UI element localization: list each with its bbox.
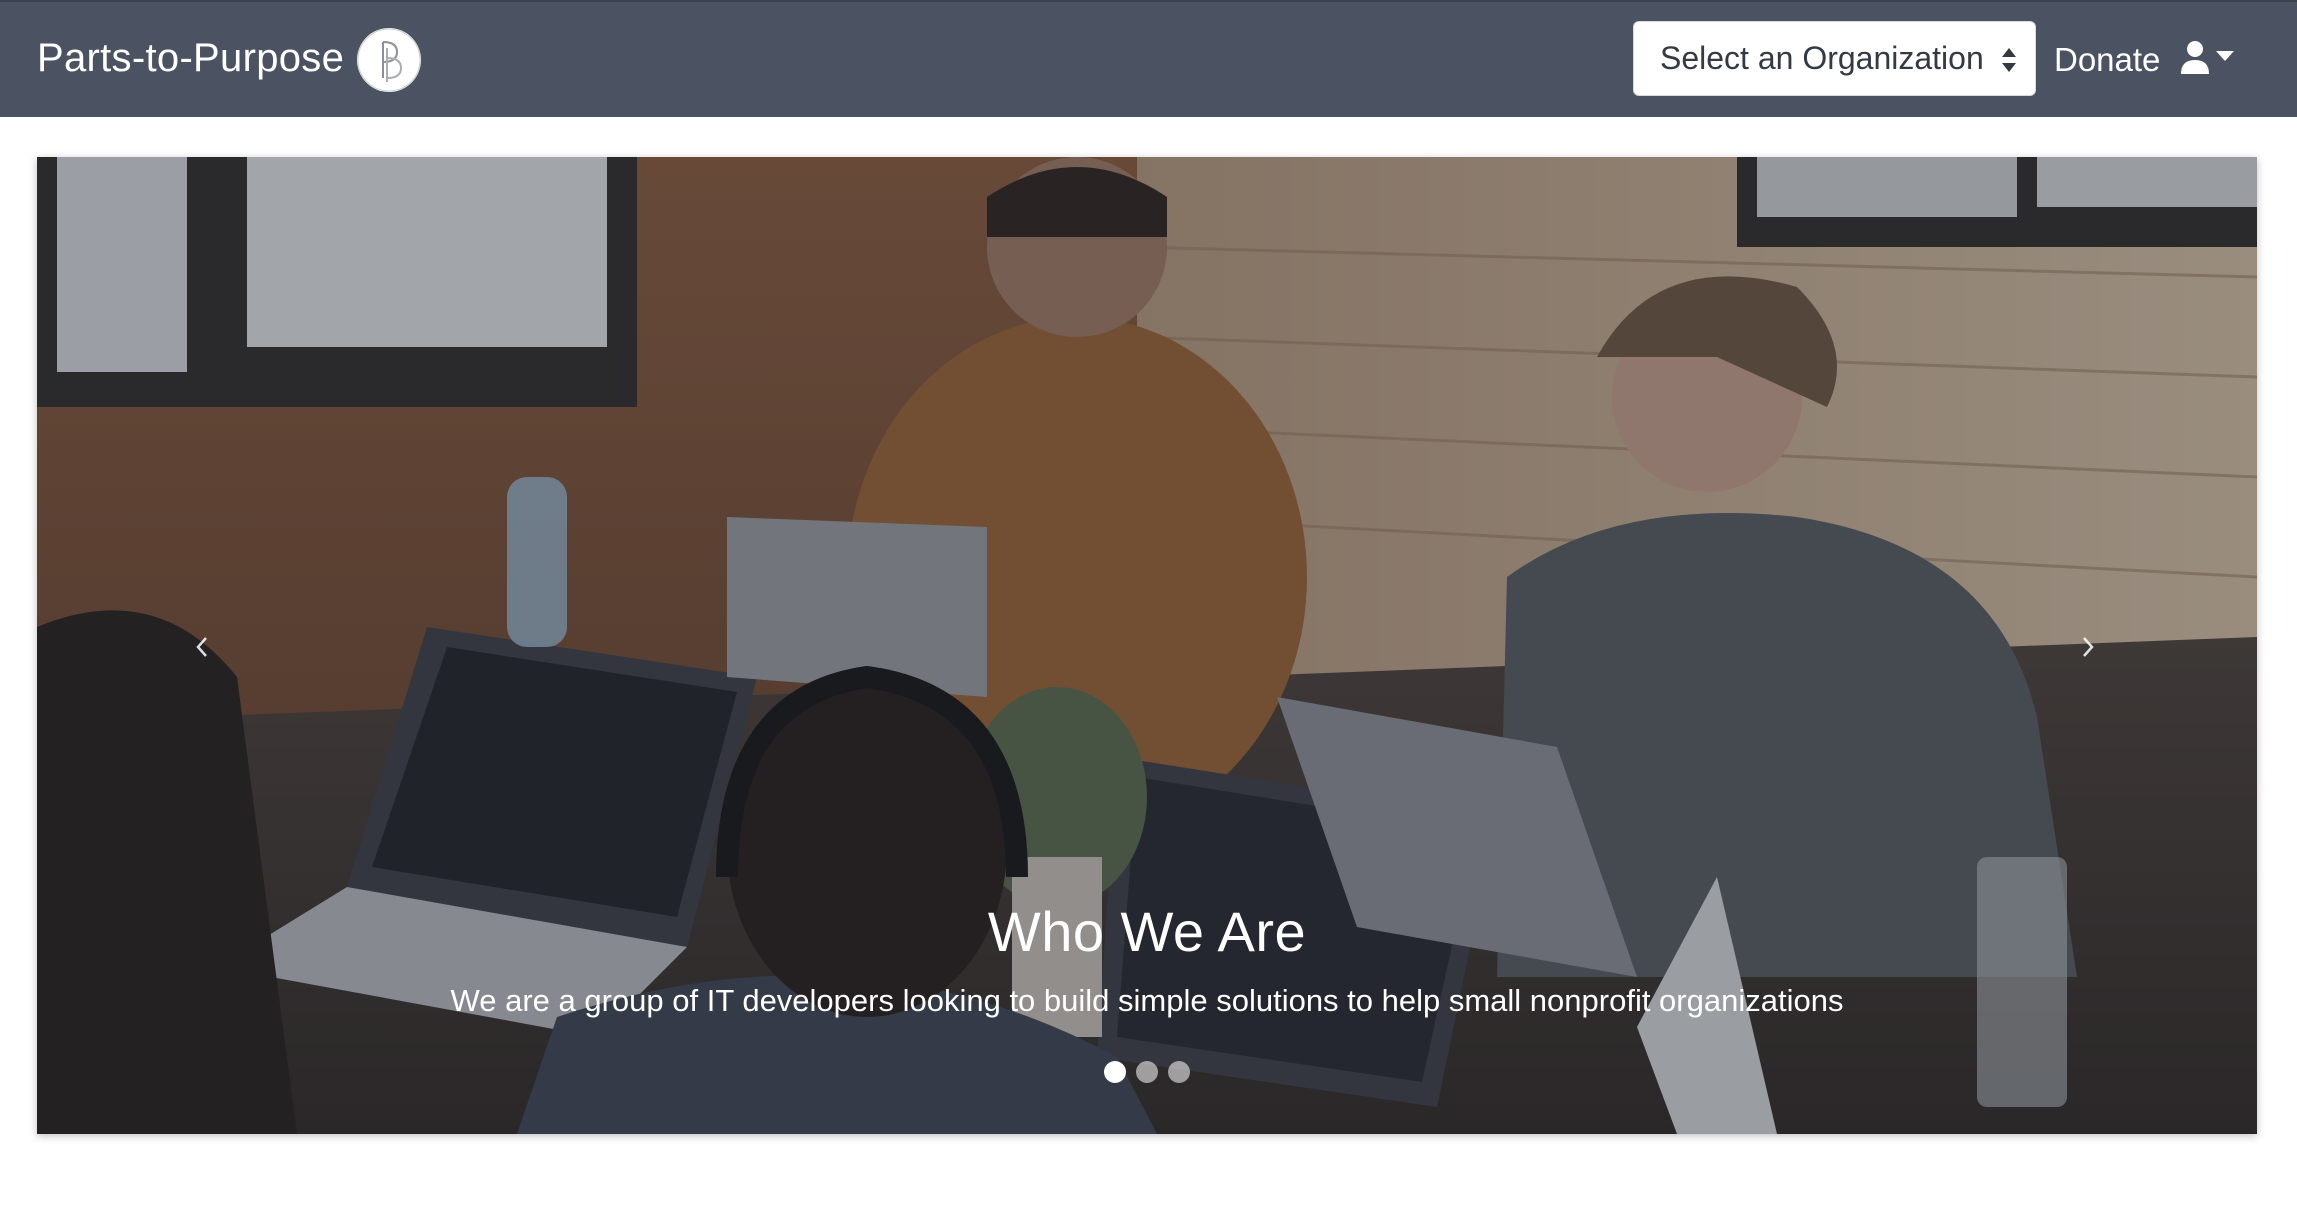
carousel-indicators [1104,1061,1190,1083]
select-arrows-icon [2002,48,2016,72]
hero-carousel: Who We Are We are a group of IT develope… [37,157,2257,1134]
caret-down-icon [2216,51,2234,61]
carousel-indicator-1[interactable] [1104,1061,1126,1083]
organization-select-value: Select an Organization [1660,40,1984,76]
carousel-prev-button[interactable] [162,587,242,707]
chevron-left-icon [196,637,207,657]
user-menu-toggle[interactable] [2180,38,2244,84]
carousel-indicator-2[interactable] [1136,1061,1158,1083]
carousel-next-button[interactable] [2048,587,2128,707]
donate-link[interactable]: Donate [2054,38,2160,82]
carousel-caption-title: Who We Are [987,900,1307,963]
organization-select[interactable]: Select an Organization [1633,21,2036,96]
top-navbar: Parts-to-Purpose Select an Organization … [0,0,2297,117]
carousel-indicator-3[interactable] [1168,1061,1190,1083]
parts-to-purpose-logo-icon[interactable] [357,28,421,92]
chevron-right-icon [2083,637,2094,657]
carousel-caption-text: We are a group of IT developers looking … [450,983,1844,1018]
user-icon [2181,41,2209,74]
brand-link[interactable]: Parts-to-Purpose [37,32,344,84]
